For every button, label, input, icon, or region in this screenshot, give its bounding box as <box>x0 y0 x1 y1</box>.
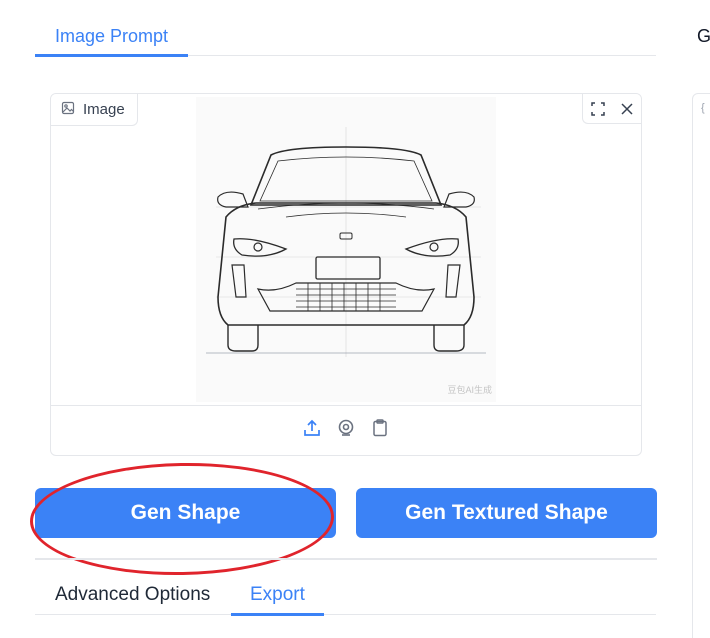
close-icon[interactable] <box>612 94 641 123</box>
tab-advanced-options[interactable]: Advanced Options <box>55 584 210 615</box>
image-icon <box>61 101 75 119</box>
tab-export[interactable]: Export <box>231 584 324 616</box>
app-page: Image Prompt G { Image 豆包AI生成 Gen Shape … <box>0 0 710 638</box>
right-panel: { <box>692 93 710 638</box>
right-panel-glyph: { <box>701 102 705 114</box>
image-card-tools <box>582 94 641 124</box>
gen-shape-button[interactable]: Gen Shape <box>35 488 336 538</box>
car-sketch-image: 豆包AI生成 <box>196 97 496 402</box>
image-watermark: 豆包AI生成 <box>447 385 492 395</box>
image-input-card[interactable]: Image 豆包AI生成 <box>50 93 642 456</box>
car-sketch-drawing <box>206 127 486 357</box>
webcam-icon[interactable] <box>336 418 356 443</box>
image-label: Image <box>51 94 138 126</box>
image-source-bar <box>51 405 641 455</box>
options-tab-bar: Advanced Options Export <box>35 578 656 616</box>
fullscreen-icon[interactable] <box>583 94 612 123</box>
clipboard-icon[interactable] <box>370 418 390 443</box>
tab-right-partial[interactable]: G <box>697 26 710 47</box>
gen-textured-shape-button[interactable]: Gen Textured Shape <box>356 488 657 538</box>
upload-icon[interactable] <box>302 418 322 443</box>
section-divider <box>35 558 657 560</box>
image-label-text: Image <box>83 101 125 118</box>
tab-image-prompt[interactable]: Image Prompt <box>35 26 189 57</box>
prompt-tab-bar: Image Prompt <box>35 0 656 57</box>
